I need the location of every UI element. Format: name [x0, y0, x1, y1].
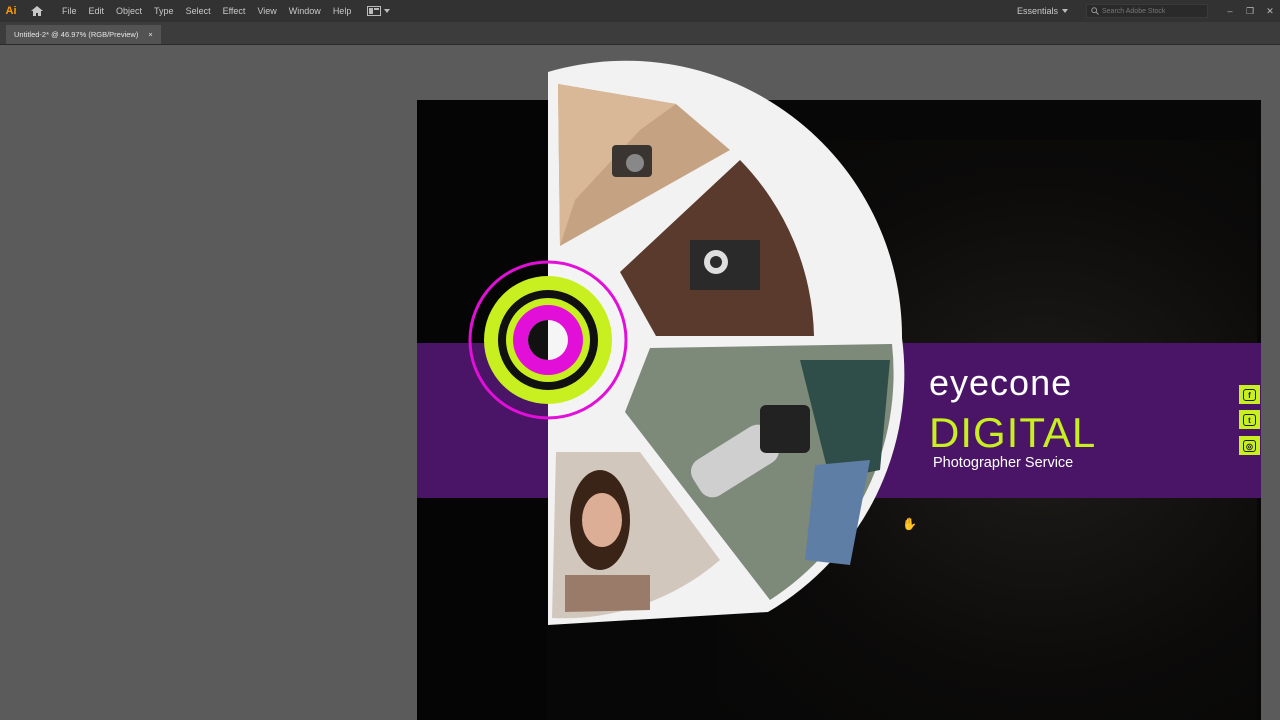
camera-dslr: [760, 405, 810, 453]
camera-lens: [626, 154, 644, 172]
hand-cursor-icon: ✋: [902, 517, 917, 531]
camera-vintage-lens-inner: [710, 256, 722, 268]
portrait-shoulders: [565, 575, 650, 612]
portrait-face: [582, 493, 622, 547]
photo-collage[interactable]: [0, 0, 1280, 720]
